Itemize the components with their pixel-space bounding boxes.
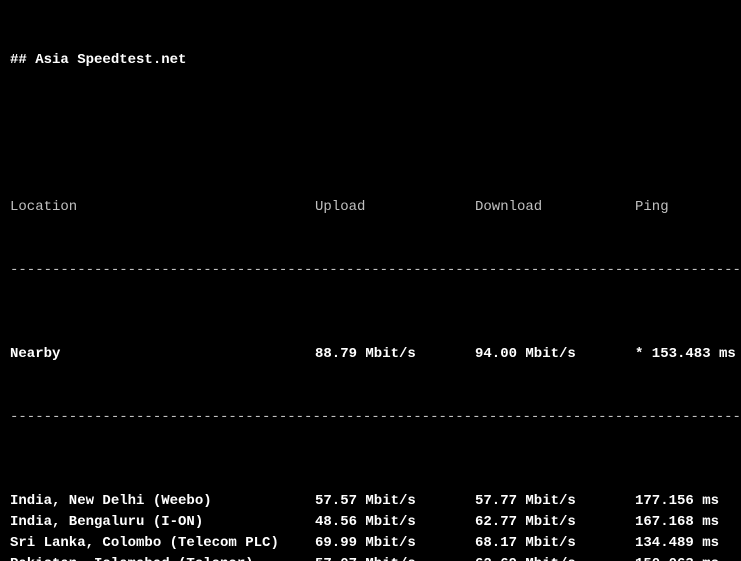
cell-upload: 57.57 Mbit/s [315,491,475,512]
cell-upload: 57.07 Mbit/s [315,554,475,561]
nearby-ping: * 153.483 ms [635,344,736,365]
divider: ----------------------------------------… [10,407,731,428]
cell-ping: 150.063 ms [635,554,731,561]
cell-ping: 167.168 ms [635,512,731,533]
cell-location: Pakistan, Islamabad (Telenor) [10,554,315,561]
cell-download: 62.69 Mbit/s [475,554,635,561]
cell-upload: 48.56 Mbit/s [315,512,475,533]
blank-line [10,113,731,134]
cell-location: India, New Delhi (Weebo) [10,491,315,512]
nearby-upload: 88.79 Mbit/s [315,344,475,365]
terminal-output: ## Asia Speedtest.net Location Upload Do… [0,0,741,561]
table-row: India, Bengaluru (I-ON)48.56 Mbit/s62.77… [10,512,731,533]
cell-location: India, Bengaluru (I-ON) [10,512,315,533]
cell-download: 68.17 Mbit/s [475,533,635,554]
divider: ----------------------------------------… [10,260,731,281]
table-row: Pakistan, Islamabad (Telenor)57.07 Mbit/… [10,554,731,561]
header-download: Download [475,197,635,218]
table-row: India, New Delhi (Weebo)57.57 Mbit/s57.7… [10,491,731,512]
table-header: Location Upload Download Ping [10,197,731,218]
table-row: Sri Lanka, Colombo (Telecom PLC)69.99 Mb… [10,533,731,554]
nearby-location: Nearby [10,344,315,365]
cell-ping: 177.156 ms [635,491,731,512]
header-location: Location [10,197,315,218]
cell-ping: 134.489 ms [635,533,731,554]
header-ping: Ping [635,197,731,218]
nearby-row: Nearby 88.79 Mbit/s 94.00 Mbit/s * 153.4… [10,344,731,365]
nearby-download: 94.00 Mbit/s [475,344,635,365]
results-table-body: India, New Delhi (Weebo)57.57 Mbit/s57.7… [10,491,731,561]
cell-download: 57.77 Mbit/s [475,491,635,512]
page-title: ## Asia Speedtest.net [10,50,731,71]
header-upload: Upload [315,197,475,218]
cell-location: Sri Lanka, Colombo (Telecom PLC) [10,533,315,554]
cell-upload: 69.99 Mbit/s [315,533,475,554]
cell-download: 62.77 Mbit/s [475,512,635,533]
